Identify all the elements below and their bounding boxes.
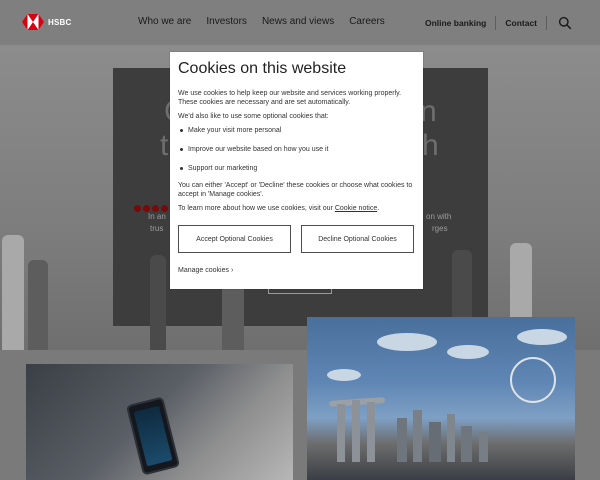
- cookie-notice-prefix: To learn more about how we use cookies, …: [178, 205, 335, 212]
- list-item: Make your visit more personal: [178, 126, 415, 135]
- bullet-icon: [180, 167, 183, 170]
- decline-optional-cookies-button[interactable]: Decline Optional Cookies: [301, 225, 414, 253]
- cookie-button-row: Accept Optional Cookies Decline Optional…: [178, 225, 415, 253]
- manage-cookies-label: Manage cookies: [178, 267, 229, 274]
- list-item-text: Support our marketing: [188, 165, 258, 172]
- cookie-consent-dialog: Cookies on this website We use cookies t…: [170, 52, 423, 289]
- list-item: Improve our website based on how you use…: [178, 145, 415, 154]
- accept-optional-cookies-button[interactable]: Accept Optional Cookies: [178, 225, 291, 253]
- optional-cookies-list: Make your visit more personal Improve ou…: [178, 126, 415, 173]
- list-item: Support our marketing: [178, 164, 415, 173]
- optional-cookies-intro: We'd also like to use some optional cook…: [178, 113, 329, 120]
- list-item-text: Improve our website based on how you use…: [188, 146, 329, 153]
- cookie-choice-text: You can either 'Accept' or 'Decline' the…: [178, 182, 413, 198]
- chevron-right-icon: ›: [230, 267, 234, 274]
- cookie-notice-text: To learn more about how we use cookies, …: [178, 204, 415, 213]
- cookie-notice-link[interactable]: Cookie notice: [335, 205, 377, 212]
- list-item-text: Make your visit more personal: [188, 127, 282, 134]
- bullet-icon: [180, 129, 183, 132]
- bullet-icon: [180, 148, 183, 151]
- dialog-title: Cookies on this website: [178, 60, 347, 77]
- cookie-notice-suffix: .: [377, 205, 380, 212]
- manage-cookies-link[interactable]: Manage cookies ›: [178, 267, 233, 274]
- cookie-intro-text: We use cookies to help keep our website …: [178, 90, 402, 106]
